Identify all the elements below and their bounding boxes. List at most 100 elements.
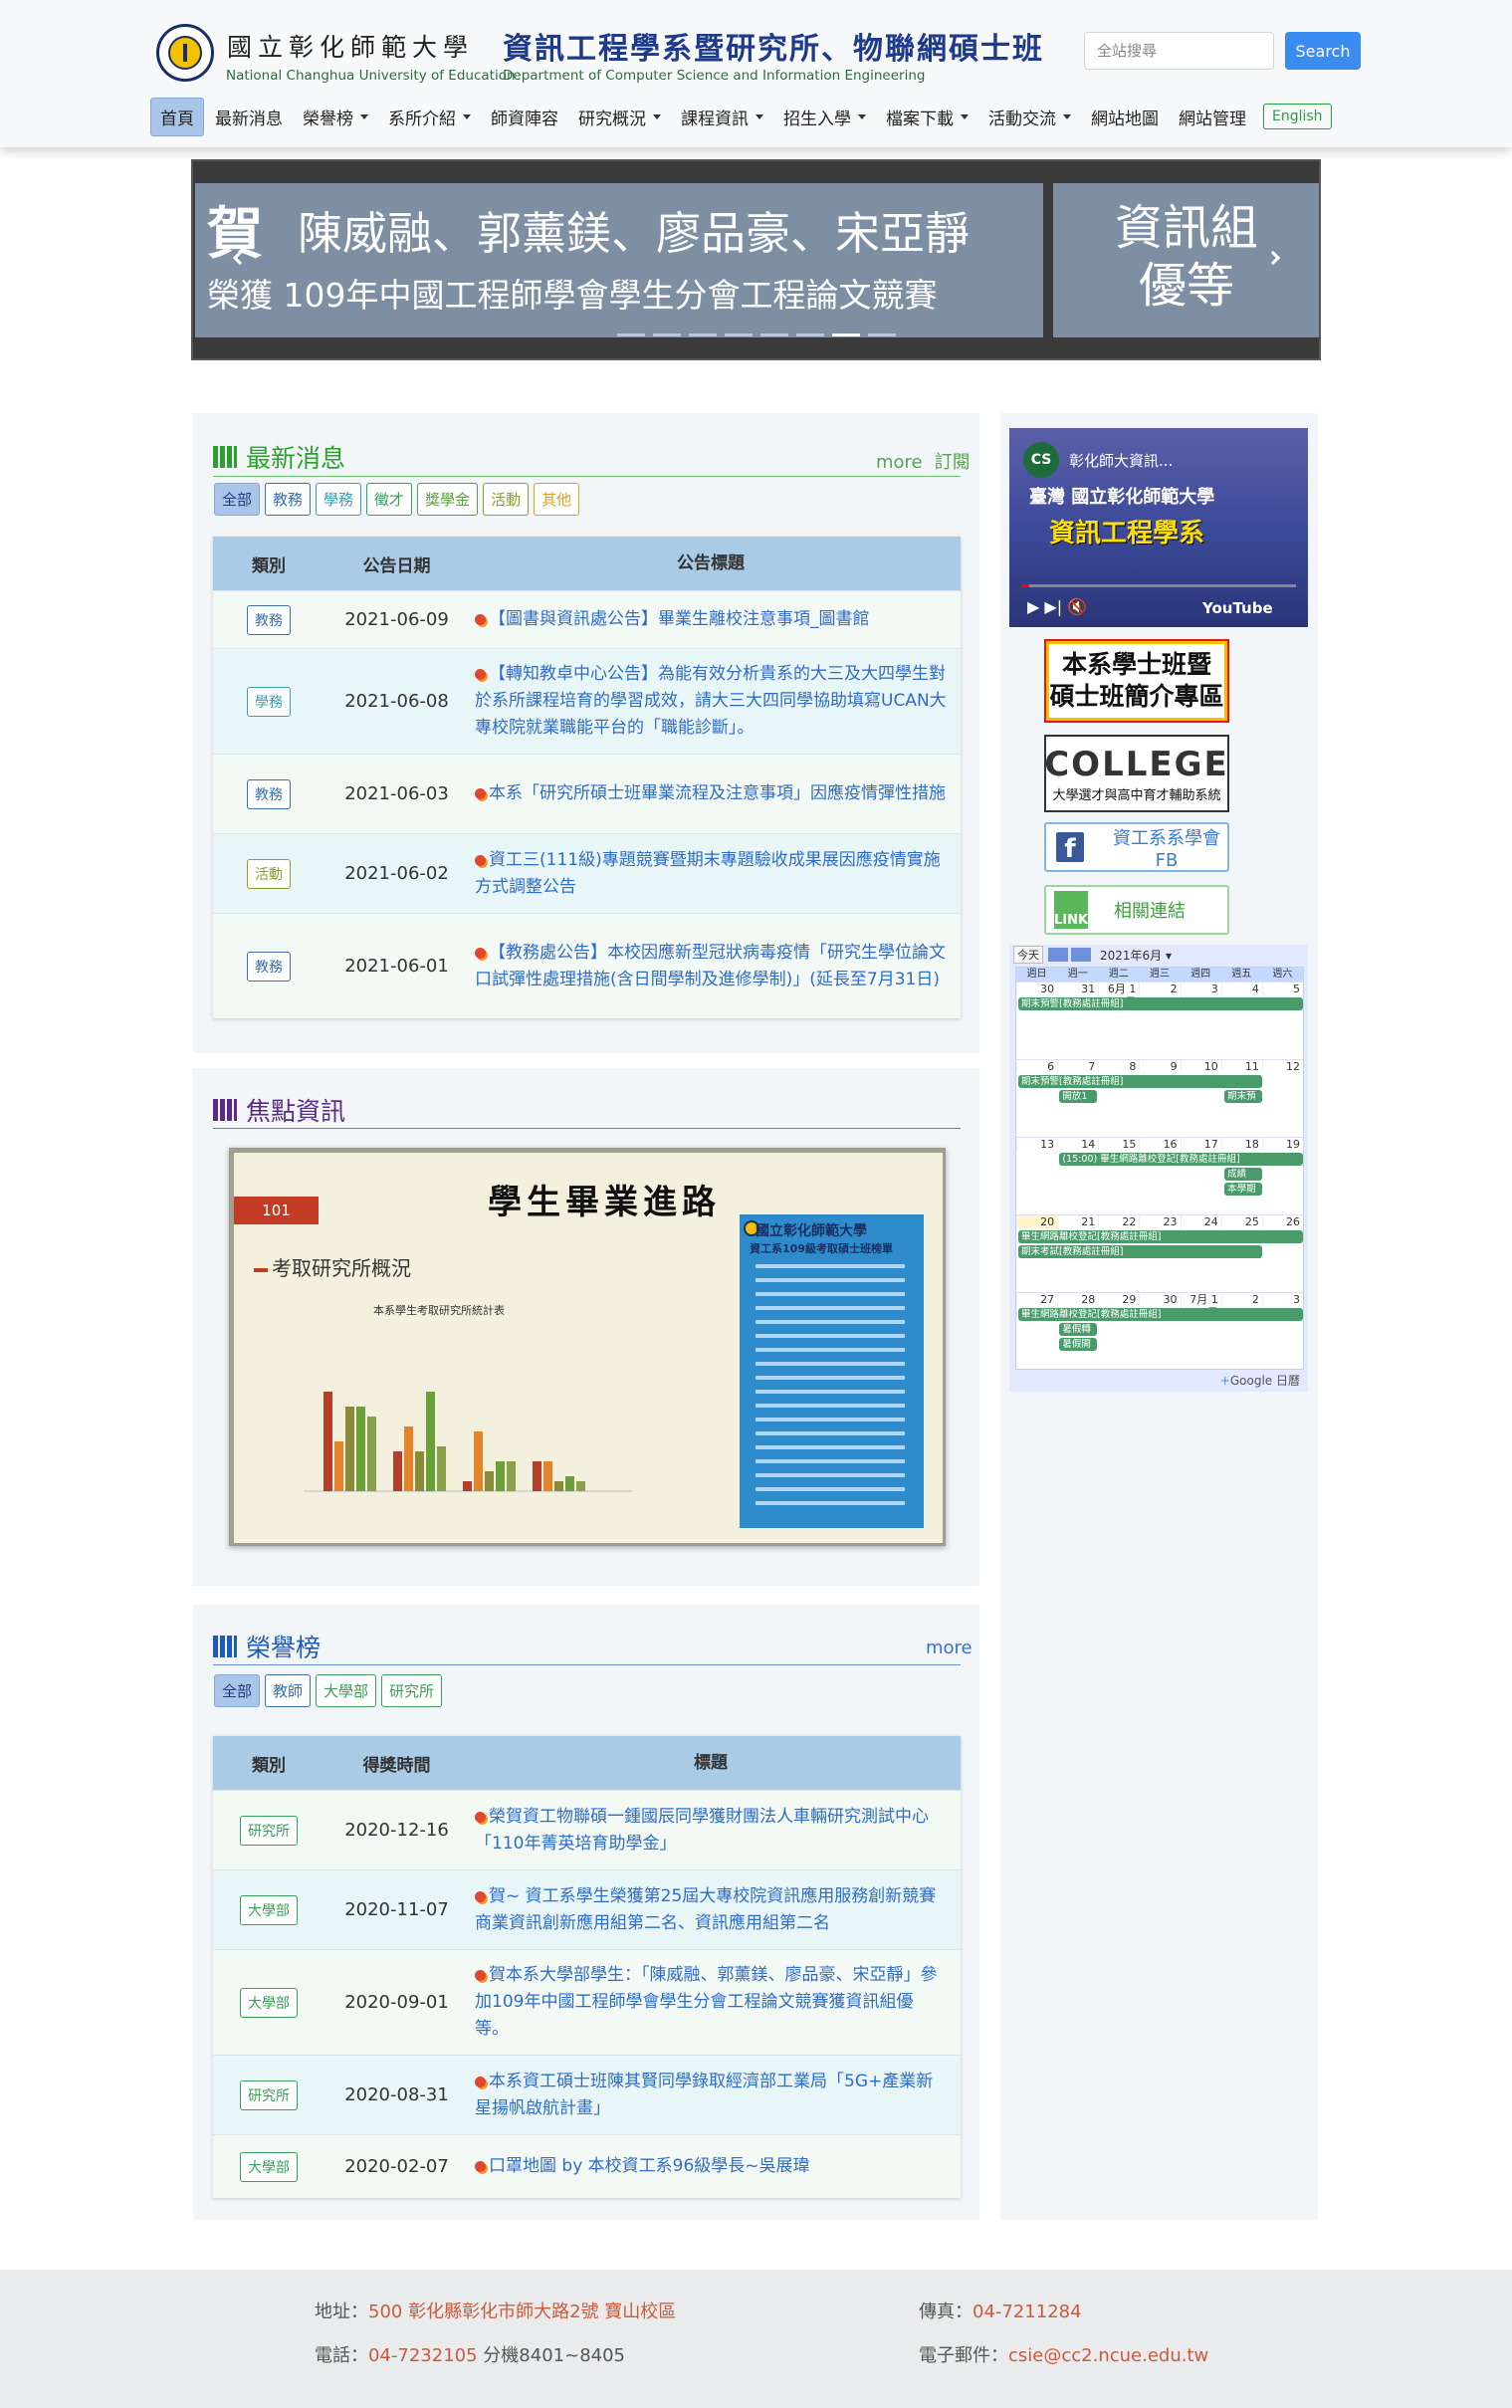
nav-item-4[interactable]: 師資陣容 (482, 99, 567, 135)
nav-item-6[interactable]: 課程資訊 (672, 99, 772, 135)
calendar-event[interactable]: 本學期 (1224, 1183, 1262, 1196)
youtube-video-player[interactable]: CS 彰化師大資訊... 臺灣 國立彰化師範大學 資訊工程學系 ▶ ▶| 🔇 Y… (1009, 428, 1308, 627)
banner-carousel[interactable]: 賀 陳威融、郭薰鎂、廖品豪、宋亞靜 榮獲 109年中國工程師學會學生分會工程論文… (191, 159, 1321, 360)
news-title-link[interactable]: 【轉知教卓中心公告】為能有效分析貴系的大三及大四學生對於系所課程培育的學習成效，… (475, 664, 947, 738)
news-subscribe-link[interactable]: 訂閱 (935, 452, 971, 473)
news-title-link[interactable]: 資工三(111級)專題競賽暨期末專題驗收成果展因應疫情實施方式調整公告 (475, 850, 941, 897)
honor-title-link[interactable]: 本系資工碩士班陳其賢同學錄取經濟部工業局「5G+產業新星揚帆啟航計畫」 (475, 2072, 933, 2118)
phone-link[interactable]: 04-7232105 (368, 2345, 478, 2366)
category-tag[interactable]: 教務 (247, 951, 291, 982)
category-tag[interactable]: 教務 (247, 778, 291, 809)
news-filter-1[interactable]: 教務 (265, 483, 312, 516)
focus-slide-image[interactable]: 學生畢業進路 101 考取研究所概況 本系學生考取研究所統計表 國立彰化師範大學… (229, 1148, 946, 1546)
university-logo-icon[interactable] (156, 24, 214, 82)
calendar-day-number[interactable]: 13 (1016, 1138, 1057, 1151)
honor-title-link[interactable]: 賀本系大學部學生：「陳威融、郭薰鎂、廖品豪、宋亞靜」參加109年中國工程師學會學… (475, 1965, 938, 2039)
category-tag[interactable]: 活動 (247, 858, 291, 889)
news-filter-6[interactable]: 其他 (534, 483, 580, 516)
calendar-day-number[interactable]: 6 (1016, 1060, 1057, 1073)
honor-filter-1[interactable]: 教師 (265, 1674, 312, 1707)
calendar-day-number[interactable]: 26 (1261, 1215, 1303, 1228)
video-progress-bar[interactable] (1021, 584, 1296, 587)
category-tag[interactable]: 大學部 (240, 1987, 298, 2018)
calendar-event[interactable]: 期末預 (1224, 1090, 1262, 1103)
carousel-indicator[interactable] (796, 333, 824, 336)
honor-filter-3[interactable]: 研究所 (381, 1674, 443, 1707)
carousel-indicator[interactable] (868, 333, 896, 336)
nav-item-3[interactable]: 系所介紹 (379, 99, 480, 135)
news-filter-2[interactable]: 學務 (316, 483, 362, 516)
nav-item-11[interactable]: 網站管理 (1170, 99, 1255, 135)
calendar-day-number[interactable]: 11 (1220, 1060, 1262, 1073)
category-tag[interactable]: 研究所 (240, 2080, 298, 2110)
calendar-day-number[interactable]: 12 (1261, 1060, 1303, 1073)
calendar-day-number[interactable]: 7 (1057, 1060, 1098, 1073)
google-calendar-link[interactable]: +Google 日曆 (1220, 1372, 1300, 1389)
english-link[interactable]: English (1263, 104, 1332, 129)
calendar-event[interactable]: 成績 (1224, 1168, 1262, 1181)
calendar-day-number[interactable]: 20 (1016, 1215, 1058, 1228)
calendar-prev-icon[interactable] (1048, 948, 1068, 962)
calendar-day-number[interactable]: 25 (1220, 1215, 1262, 1228)
calendar-event[interactable]: 期末預警[教務處註冊組] (1018, 1075, 1262, 1088)
calendar-event[interactable]: (15:00) 畢生網路離校登記[教務處註冊組] (1059, 1153, 1303, 1166)
calendar-day-number[interactable]: 22 (1098, 1215, 1139, 1228)
calendar-day-number[interactable]: 23 (1139, 1215, 1180, 1228)
honor-title-link[interactable]: 口罩地圖 by 本校資工系96級學長~吳展瑋 (489, 2156, 810, 2176)
nav-item-2[interactable]: 榮譽榜 (294, 99, 377, 135)
related-links-button[interactable]: LINK 相關連結 (1044, 885, 1229, 935)
honor-title-link[interactable]: 賀~ 資工系學生榮獲第25屆大專校院資訊應用服務創新競賽商業資訊創新應用組第二名… (475, 1886, 936, 1933)
nav-item-8[interactable]: 檔案下載 (877, 99, 977, 135)
nav-item-10[interactable]: 網站地圖 (1082, 99, 1168, 135)
calendar-event[interactable]: 期末預警[教務處註冊組] (1018, 997, 1303, 1010)
video-title[interactable]: 彰化師大資訊... (1069, 450, 1173, 471)
channel-avatar[interactable]: CS (1023, 442, 1059, 478)
news-filter-5[interactable]: 活動 (483, 483, 530, 516)
nav-item-0[interactable]: 首頁 (150, 97, 204, 136)
calendar-day-number[interactable]: 16 (1139, 1138, 1180, 1151)
search-input[interactable] (1084, 32, 1274, 70)
honor-filter-2[interactable]: 大學部 (316, 1674, 377, 1707)
calendar-event[interactable]: 期末考試[教務處註冊組] (1018, 1245, 1262, 1258)
university-name-zh[interactable]: 國立彰化師範大學 (227, 28, 474, 64)
address-link[interactable]: 500 彰化縣彰化市師大路2號 寶山校區 (368, 2301, 676, 2322)
facebook-link-button[interactable]: f 資工系系學會FB (1044, 822, 1229, 872)
calendar-day-number[interactable]: 8 (1098, 1060, 1139, 1073)
intro-zone-button[interactable]: 本系學士班暨 碩士班簡介專區 (1044, 639, 1229, 723)
email-link[interactable]: csie@cc2.ncue.edu.tw (1008, 2345, 1208, 2366)
calendar-day-number[interactable]: 10 (1180, 1060, 1221, 1073)
calendar-day-number[interactable]: 14 (1057, 1138, 1098, 1151)
video-controls[interactable]: ▶ ▶| 🔇 (1027, 597, 1087, 616)
category-tag[interactable]: 學務 (247, 686, 291, 717)
carousel-indicator[interactable] (689, 333, 717, 336)
college-system-button[interactable]: COLLEGE 大學選才與高中育才輔助系統 (1044, 735, 1229, 812)
calendar-day-number[interactable]: 17 (1180, 1138, 1221, 1151)
calendar-today-button[interactable]: 今天 (1013, 946, 1043, 964)
news-filter-4[interactable]: 獎學金 (417, 483, 479, 516)
carousel-indicator[interactable] (760, 333, 788, 336)
news-filter-0[interactable]: 全部 (214, 483, 261, 516)
category-tag[interactable]: 教務 (247, 604, 291, 635)
calendar-event[interactable]: 畢生網路離校登記[教務處註冊組] (1018, 1230, 1303, 1243)
carousel-indicator[interactable] (832, 333, 860, 336)
calendar-day-number[interactable]: 18 (1220, 1138, 1262, 1151)
fax-link[interactable]: 04-7211284 (972, 2301, 1082, 2322)
news-title-link[interactable]: 【教務處公告】本校因應新型冠狀病毒疫情「研究生學位論文口試彈性處理措施(含日間學… (475, 943, 946, 989)
honor-title-link[interactable]: 榮賀資工物聯碩一鍾國辰同學獲財團法人車輛研究測試中心「110年菁英培育助學金」 (475, 1807, 929, 1854)
news-title-link[interactable]: 本系「研究所碩士班畢業流程及注意事項」因應疫情彈性措施 (489, 783, 946, 803)
category-tag[interactable]: 大學部 (240, 1894, 298, 1925)
youtube-logo-icon[interactable]: YouTube (1202, 599, 1273, 617)
calendar-day-number[interactable]: 24 (1180, 1215, 1221, 1228)
calendar-next-icon[interactable] (1071, 948, 1091, 962)
news-filter-3[interactable]: 徵才 (366, 483, 413, 516)
carousel-indicator[interactable] (653, 333, 681, 336)
carousel-indicator[interactable] (617, 333, 645, 336)
calendar-day-number[interactable]: 19 (1261, 1138, 1303, 1151)
department-name-zh[interactable]: 資訊工程學系暨研究所、物聯網碩士班 (503, 24, 1044, 68)
nav-item-9[interactable]: 活動交流 (979, 99, 1080, 135)
calendar-event[interactable]: 暑假轉 (1059, 1323, 1097, 1336)
news-title-link[interactable]: 【圖書與資訊處公告】畢業生離校注意事項_圖書館 (489, 609, 870, 629)
search-button[interactable]: Search (1285, 32, 1361, 70)
calendar-month-select[interactable]: 2021年6月 ▾ (1100, 947, 1172, 964)
calendar-day-number[interactable]: 15 (1098, 1138, 1139, 1151)
